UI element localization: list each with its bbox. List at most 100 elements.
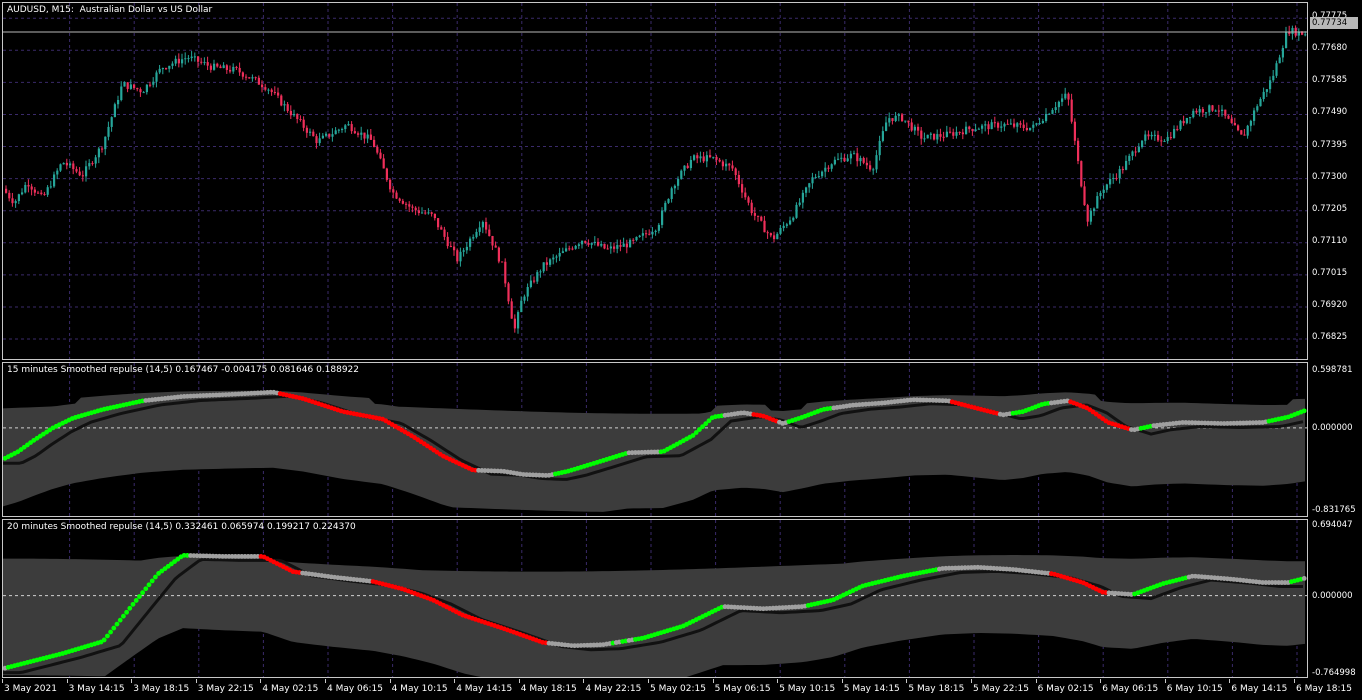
candle-body xyxy=(705,155,708,162)
candle-body xyxy=(632,239,635,241)
candle-body xyxy=(971,129,974,131)
time-label: 5 May 22:15 xyxy=(973,684,1029,694)
repulse-dot xyxy=(137,594,142,599)
candle-body xyxy=(203,62,206,64)
indicator1-pane[interactable]: 15 minutes Smoothed repulse (14,5) 0.167… xyxy=(2,362,1308,517)
repulse-dot xyxy=(124,609,129,615)
candle-body xyxy=(1137,147,1140,153)
candle-body xyxy=(539,271,542,273)
candle-body xyxy=(334,130,337,135)
candle-body xyxy=(177,58,180,64)
indicator1-plot xyxy=(3,363,1307,516)
candle-body xyxy=(795,204,798,218)
candle-body xyxy=(1070,99,1073,122)
candle-body xyxy=(453,246,456,251)
time-label: 4 May 02:15 xyxy=(262,684,319,694)
candle-body xyxy=(961,132,964,135)
candle-body xyxy=(587,242,590,245)
candle-body xyxy=(347,124,350,126)
candle-body xyxy=(1064,93,1067,99)
candle-body xyxy=(1160,140,1163,142)
candle-body xyxy=(1285,31,1288,49)
candle-body xyxy=(1278,57,1281,64)
candle-body xyxy=(139,89,142,93)
candle-body xyxy=(107,126,110,137)
candle-body xyxy=(1041,120,1044,124)
candle-body xyxy=(21,192,24,195)
candle-body xyxy=(245,76,248,78)
candle-body xyxy=(232,66,235,72)
candle-body xyxy=(197,56,200,62)
candle-body xyxy=(731,165,734,169)
candle-body xyxy=(1185,117,1188,124)
repulse-dot xyxy=(133,598,139,603)
candle-body xyxy=(1003,123,1006,127)
candle-body xyxy=(261,84,264,88)
candle-body xyxy=(46,187,49,195)
time-tick xyxy=(1100,679,1102,683)
candle-body xyxy=(1179,120,1182,130)
candle-body xyxy=(657,224,660,231)
candle-body xyxy=(1237,125,1240,131)
candle-body xyxy=(165,68,168,70)
candle-body xyxy=(741,184,744,193)
candle-body xyxy=(558,252,561,257)
candle-body xyxy=(830,164,833,169)
candle-body xyxy=(1096,196,1099,209)
time-label: 4 May 10:15 xyxy=(391,684,448,694)
time-tick xyxy=(66,679,68,683)
time-label: 4 May 14:15 xyxy=(456,684,513,694)
time-label: 5 May 02:15 xyxy=(650,684,706,694)
candle-body xyxy=(225,65,228,70)
indicator2-caption: 20 minutes Smoothed repulse (14,5) 0.332… xyxy=(7,522,356,532)
candle-body xyxy=(277,92,280,96)
candle-body xyxy=(533,280,536,282)
time-tick xyxy=(712,679,714,683)
candle-body xyxy=(904,120,907,122)
candle-body xyxy=(1189,117,1192,119)
candle-body xyxy=(1150,134,1153,137)
candle-body xyxy=(283,104,286,106)
time-label: 4 May 18:15 xyxy=(520,684,577,694)
candle-body xyxy=(392,189,395,193)
candle-body xyxy=(936,134,939,140)
candle-body xyxy=(299,119,302,121)
candle-body xyxy=(760,216,763,221)
candle-body xyxy=(360,132,363,135)
repulse-dot xyxy=(143,586,149,592)
candle-body xyxy=(955,131,958,136)
time-label: 6 May 14:15 xyxy=(1231,684,1288,694)
candle-body xyxy=(910,122,913,131)
time-tick xyxy=(906,679,908,683)
candle-body xyxy=(1032,124,1035,128)
candle-body xyxy=(837,158,840,160)
candle-body xyxy=(1211,105,1214,111)
candle-body xyxy=(917,126,920,131)
price-chart-pane[interactable]: AUDUSD, M15: Australian Dollar vs US Dol… xyxy=(2,2,1308,360)
indicator2-pane[interactable]: 20 minutes Smoothed repulse (14,5) 0.332… xyxy=(2,519,1308,678)
candle-body xyxy=(641,233,644,236)
candle-body xyxy=(401,200,404,204)
candle-body xyxy=(593,241,596,244)
candle-body xyxy=(734,168,737,176)
candle-body xyxy=(865,162,868,166)
candle-body xyxy=(750,202,753,214)
candle-body xyxy=(168,65,171,69)
candle-body xyxy=(385,168,388,180)
price-candles xyxy=(3,3,1307,359)
candle-body xyxy=(110,117,113,127)
candle-body xyxy=(1141,140,1144,148)
candle-body xyxy=(555,256,558,258)
candle-body xyxy=(686,165,689,169)
candle-body xyxy=(843,157,846,162)
candle-body xyxy=(113,104,116,118)
candle-body xyxy=(798,202,801,205)
candle-body xyxy=(869,165,872,170)
candle-body xyxy=(155,72,158,82)
candle-body xyxy=(193,56,196,58)
time-label: 5 May 18:15 xyxy=(908,684,965,694)
repulse-dot xyxy=(1301,408,1307,414)
candle-body xyxy=(805,187,808,193)
candle-body xyxy=(312,131,315,137)
current-price-tag: 0.77734 xyxy=(1310,17,1358,29)
